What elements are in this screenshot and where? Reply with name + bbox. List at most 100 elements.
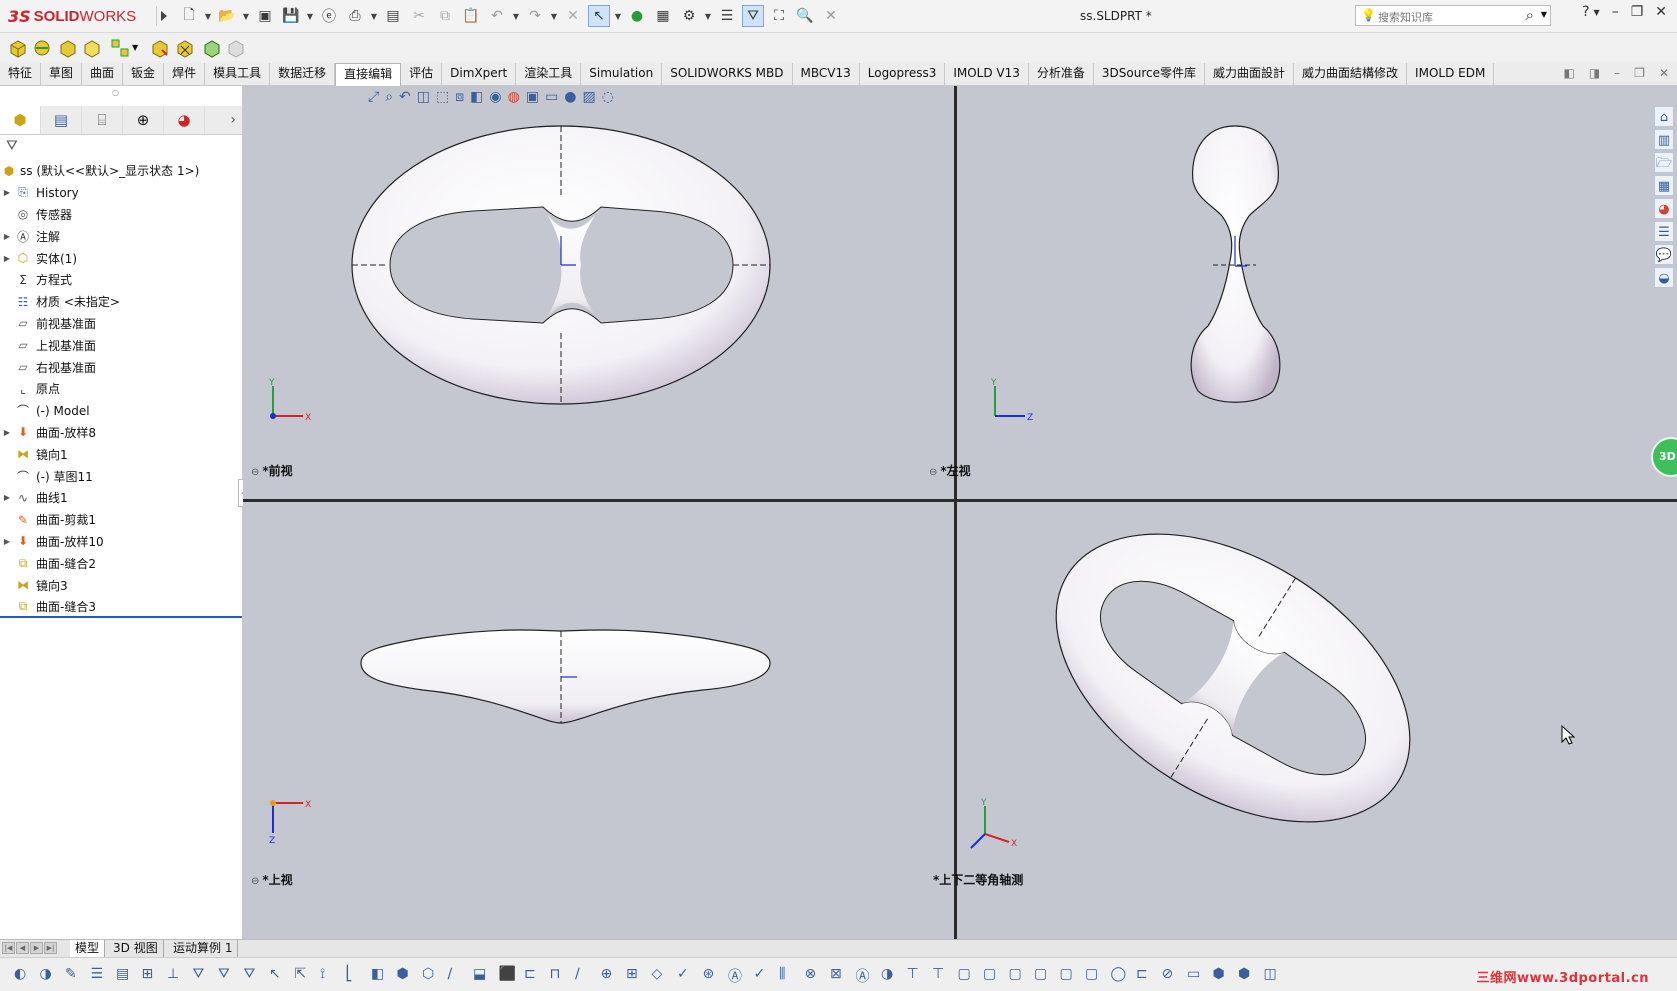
cut-icon[interactable]: ✂ <box>408 5 430 27</box>
command-tab[interactable]: 钣金 <box>123 63 165 85</box>
doc-close-icon[interactable]: ✕ <box>1659 66 1669 80</box>
bottom-tool-icon[interactable]: ⊗ <box>805 966 817 982</box>
graphics-area[interactable]: ⤢ ⌕ ↶ ◫ ⬚ ⧈ ◧ ◉ ◍ ▣ ▭ ● ▨ ◌ Y X Y Z X Z … <box>243 86 1677 939</box>
tab-motion-study[interactable]: 运动算例 1 <box>168 940 239 957</box>
close-small-icon[interactable]: ✕ <box>820 5 842 27</box>
vertical-viewport-splitter[interactable] <box>954 86 957 939</box>
tree-node[interactable]: ▶ ⬇ 曲面-放样10 <box>0 531 242 553</box>
bottom-tool-icon[interactable]: ⊤ <box>907 966 919 982</box>
left-view-model[interactable] <box>1190 125 1281 403</box>
sweep-boss-icon[interactable] <box>58 38 78 58</box>
command-tab[interactable]: 曲面 <box>82 63 124 85</box>
link-views-icon[interactable]: ⊖ <box>251 467 259 478</box>
command-tab[interactable]: DimXpert <box>442 63 517 85</box>
tree-node[interactable]: ▶ Ⓐ 注解 <box>0 225 242 247</box>
bottom-tool-icon[interactable]: ⊘ <box>1162 966 1174 982</box>
tree-node[interactable]: ◎ 传感器 <box>0 204 242 226</box>
command-tab[interactable]: 威力曲面結構修改 <box>1294 63 1408 85</box>
fit-view-icon[interactable]: ⛶ <box>768 5 790 27</box>
search-icon[interactable]: ⌕ <box>1526 6 1534 24</box>
view-palette-icon[interactable]: ▦ <box>1654 175 1674 196</box>
command-tab[interactable]: 3DSource零件库 <box>1094 63 1206 85</box>
tree-node[interactable]: Σ 方程式 <box>0 269 242 291</box>
file-explorer-icon[interactable]: 🗁 <box>1654 152 1674 173</box>
extrude-boss-icon[interactable] <box>8 38 28 58</box>
zoom-icon[interactable]: 🔍 <box>794 5 816 27</box>
command-tab[interactable]: 分析准备 <box>1029 63 1094 85</box>
insert-part-icon[interactable] <box>150 38 170 58</box>
delete-icon[interactable]: ✕ <box>562 5 584 27</box>
link-views-icon[interactable]: ⊖ <box>929 467 937 478</box>
print-icon[interactable]: ⎙ <box>344 5 366 27</box>
viewport-label-top[interactable]: ⊖ *上视 <box>251 871 293 888</box>
bottom-tool-icon[interactable]: ⊤ <box>932 966 944 982</box>
options-dropdown-icon[interactable]: ▼ <box>704 12 712 21</box>
bottom-tool-icon[interactable]: ▢ <box>958 966 971 982</box>
front-view-model[interactable] <box>351 125 771 405</box>
bottom-tool-icon[interactable]: ✎ <box>65 966 77 982</box>
bottom-tool-icon[interactable]: ⊛ <box>703 966 715 982</box>
browser-icon[interactable]: ⓔ <box>318 5 340 27</box>
tree-node[interactable]: ▶ ⬇ 曲面-放样8 <box>0 422 242 444</box>
tree-node[interactable]: ⧉ 曲面-缝合2 <box>0 552 242 574</box>
first-tab-icon[interactable]: |◀ <box>2 942 15 954</box>
bottom-tool-icon[interactable]: ⇱ <box>295 966 307 982</box>
undo-icon[interactable]: ↶ <box>486 5 508 27</box>
tab-scroll-right-icon[interactable]: ◨ <box>1589 66 1600 80</box>
undo-dropdown-icon[interactable]: ▼ <box>512 12 520 21</box>
search-dropdown-icon[interactable]: ▼ <box>1541 10 1547 19</box>
options-gear-icon[interactable]: ⚙ <box>678 5 700 27</box>
bottom-tool-icon[interactable]: ⛛ <box>244 966 256 982</box>
help-icon[interactable]: ? <box>1582 4 1589 20</box>
bottom-tool-icon[interactable]: Ⓐ <box>728 966 742 986</box>
tree-node[interactable]: ⧉ 曲面-缝合3 <box>0 596 242 618</box>
doc-restore-icon[interactable]: ❐ <box>1634 66 1645 80</box>
bottom-tool-icon[interactable]: ✓ <box>754 966 766 982</box>
bottom-tool-icon[interactable]: ◯ <box>1111 966 1127 982</box>
command-tab[interactable]: MBCV13 <box>793 63 860 85</box>
expand-arrow-icon[interactable]: ▶ <box>0 188 14 197</box>
menu-expand-arrow-icon[interactable] <box>156 6 171 26</box>
print-preview-icon[interactable]: ▤ <box>382 5 404 27</box>
save-icon[interactable]: 💾 <box>280 5 302 27</box>
bottom-tool-icon[interactable]: ⬢ <box>1213 966 1225 982</box>
tree-node[interactable]: ▶ ⎘ History <box>0 182 242 204</box>
bottom-tool-icon[interactable]: ⊏ <box>1136 966 1148 982</box>
bottom-tool-icon[interactable]: ▢ <box>1009 966 1022 982</box>
viewport-label-left[interactable]: ⊖ *左视 <box>929 462 971 479</box>
select-dropdown-icon[interactable]: ▼ <box>614 12 622 21</box>
tab-feature-tree[interactable]: ⬢ <box>0 106 41 134</box>
new-document-icon[interactable]: 🗋 <box>178 5 200 27</box>
restore-icon[interactable]: ❐ <box>1631 4 1644 20</box>
open-dropdown-icon[interactable]: ▼ <box>242 12 250 21</box>
panel-grip-icon[interactable]: ○ <box>112 88 119 97</box>
tab-property-manager[interactable]: ▤ <box>41 106 82 134</box>
minimize-icon[interactable]: – <box>1612 4 1619 20</box>
tree-node[interactable]: ⧓ 镜向3 <box>0 574 242 596</box>
expand-arrow-icon[interactable]: ▶ <box>0 537 14 546</box>
command-tab[interactable]: 直接编辑 <box>335 63 402 86</box>
bottom-tool-icon[interactable]: ☰ <box>91 966 104 982</box>
bottom-tool-icon[interactable]: ∕ <box>448 966 453 982</box>
command-tab[interactable]: 评估 <box>401 63 443 85</box>
command-tab[interactable]: 威力曲面設計 <box>1205 63 1295 85</box>
tree-node[interactable]: ☷ 材质 <未指定> <box>0 291 242 313</box>
expand-arrow-icon[interactable]: ▶ <box>0 493 14 502</box>
tree-node[interactable]: ▶ ∿ 曲线1 <box>0 487 242 509</box>
bottom-tool-icon[interactable]: ◧ <box>371 966 384 982</box>
bottom-tool-icon[interactable]: ⊏ <box>524 966 536 982</box>
command-tab[interactable]: IMOLD V13 <box>945 63 1029 85</box>
bottom-tool-icon[interactable]: ◐ <box>14 966 26 982</box>
selection-filter-icon[interactable]: ⛛ <box>742 5 764 27</box>
bottom-tool-icon[interactable]: ↖ <box>269 966 281 982</box>
horizontal-viewport-splitter[interactable] <box>243 499 1677 502</box>
more-tabs-arrow-icon[interactable]: › <box>205 106 242 134</box>
bottom-tool-icon[interactable]: ▢ <box>1034 966 1047 982</box>
combine-icon[interactable] <box>226 38 246 58</box>
tree-rollback-bar[interactable] <box>0 616 242 618</box>
list-icon[interactable]: ☰ <box>716 5 738 27</box>
bottom-tool-icon[interactable]: ⊥ <box>167 966 179 982</box>
bottom-tool-icon[interactable]: ▢ <box>1060 966 1073 982</box>
appearances-icon[interactable]: ◕ <box>1654 198 1674 219</box>
doc-minimize-icon[interactable]: – <box>1614 66 1620 80</box>
